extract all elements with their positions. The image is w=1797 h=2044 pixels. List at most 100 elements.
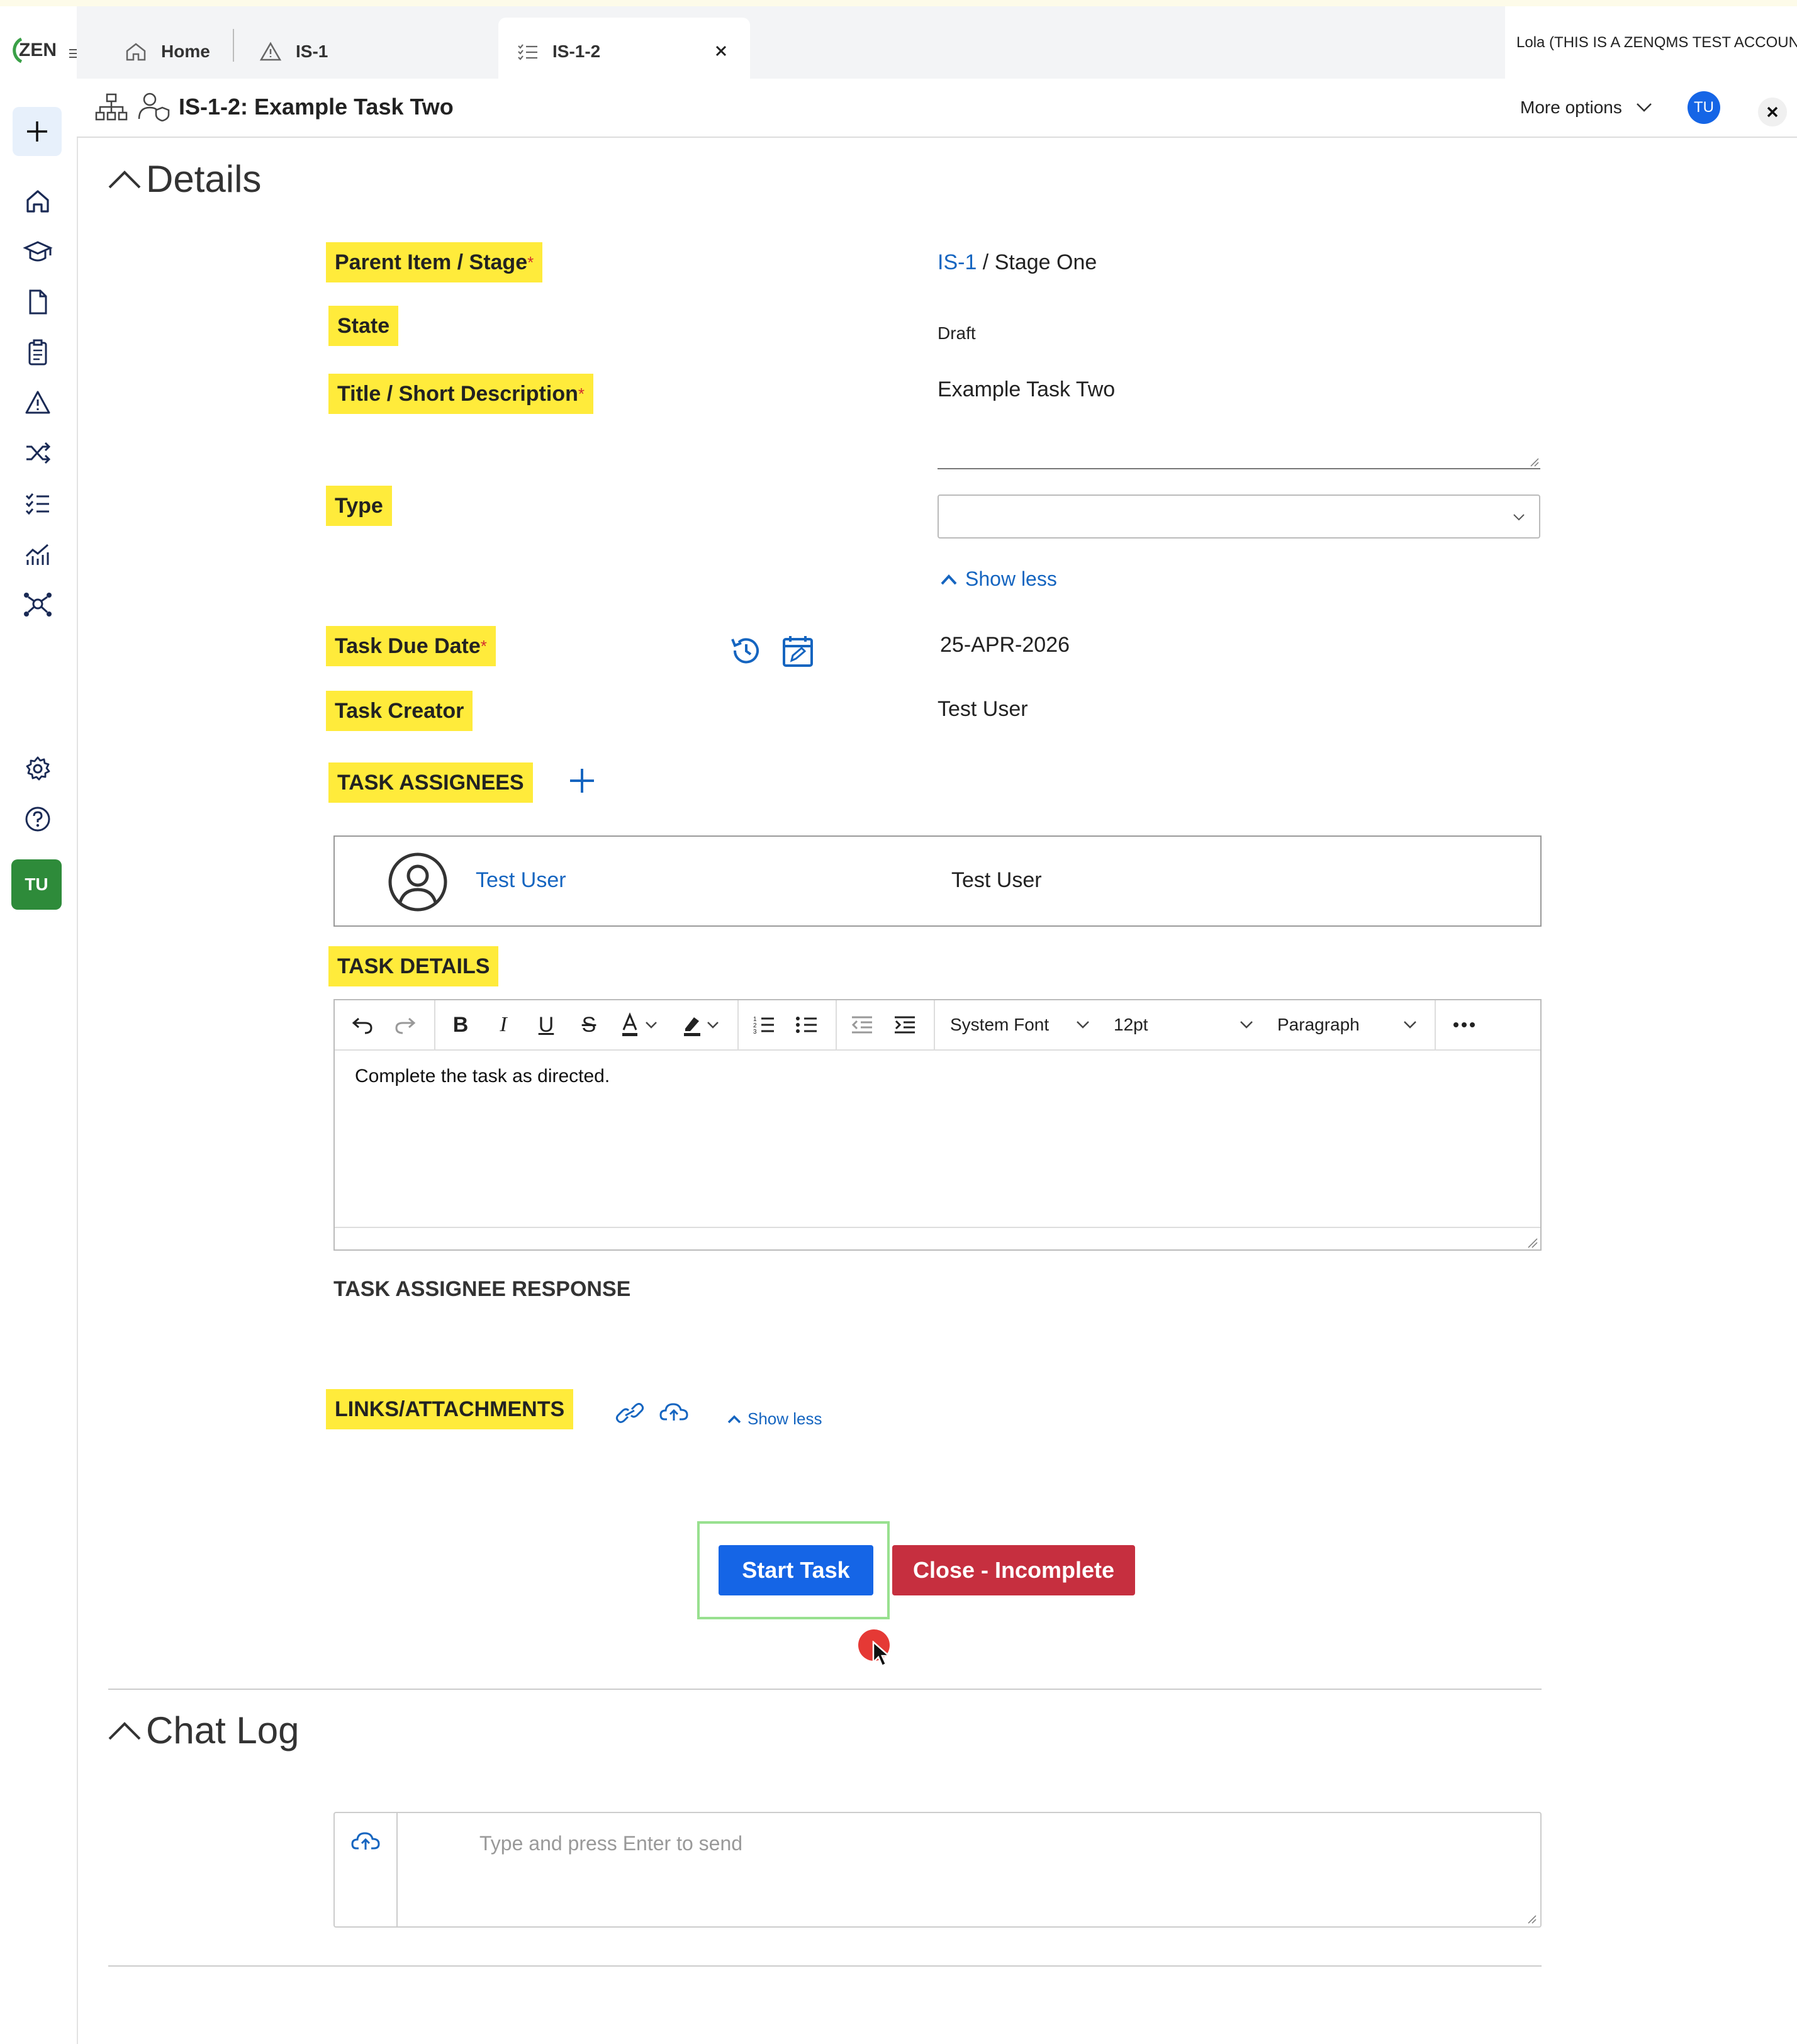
tab-divider bbox=[233, 29, 234, 62]
bullet-list-icon[interactable] bbox=[788, 1000, 826, 1049]
undo-icon[interactable] bbox=[344, 1000, 381, 1049]
tab-home[interactable]: Home bbox=[125, 18, 210, 85]
tab-label: IS-1-2 bbox=[552, 41, 601, 61]
details-section-toggle[interactable]: Details bbox=[107, 157, 261, 201]
start-task-button[interactable]: Start Task bbox=[719, 1545, 873, 1595]
more-icon[interactable] bbox=[1442, 1000, 1486, 1049]
account-label-area: Lola (THIS IS A ZENQMS TEST ACCOUNT) bbox=[1505, 6, 1797, 79]
resize-handle-icon[interactable] bbox=[1529, 457, 1539, 467]
cloud-upload-icon bbox=[351, 1832, 380, 1850]
chevron-down-icon bbox=[1513, 514, 1525, 521]
title-text: Example Task Two bbox=[938, 377, 1116, 401]
analytics-icon[interactable] bbox=[23, 539, 53, 569]
add-icon bbox=[27, 121, 47, 142]
clipboard-icon[interactable] bbox=[23, 337, 53, 367]
more-options-dropdown[interactable]: More options bbox=[1520, 98, 1652, 118]
rich-text-editor: B I U S 123 System Font 12pt Paragraph C… bbox=[333, 999, 1542, 1251]
chevron-down-icon bbox=[1077, 1021, 1089, 1029]
calendar-edit-icon[interactable] bbox=[781, 634, 814, 671]
close-incomplete-button[interactable]: Close - Incomplete bbox=[892, 1545, 1135, 1595]
user-avatar-icon bbox=[388, 852, 448, 915]
home-icon[interactable] bbox=[23, 186, 53, 216]
resize-handle-icon[interactable] bbox=[1526, 1914, 1537, 1924]
chevron-down-icon bbox=[1404, 1021, 1416, 1029]
editor-content-area[interactable]: Complete the task as directed. bbox=[335, 1051, 1540, 1220]
italic-icon[interactable]: I bbox=[484, 1000, 522, 1049]
close-tab-icon[interactable] bbox=[715, 42, 727, 62]
tab-is-1-2[interactable]: IS-1-2 bbox=[498, 18, 750, 85]
network-icon[interactable] bbox=[23, 589, 53, 619]
assignee-name: Test User bbox=[951, 868, 1042, 892]
page-title: IS-1-2: Example Task Two bbox=[179, 94, 454, 120]
document-icon[interactable] bbox=[23, 287, 53, 317]
editor-content: Complete the task as directed. bbox=[355, 1066, 610, 1086]
toolbar-divider bbox=[934, 1000, 935, 1049]
redo-icon[interactable] bbox=[386, 1000, 424, 1049]
link-icon[interactable] bbox=[615, 1402, 644, 1427]
text-color-icon[interactable] bbox=[612, 1000, 668, 1049]
chevron-down-icon bbox=[1240, 1021, 1253, 1029]
chevron-up-icon bbox=[727, 1415, 741, 1423]
strikethrough-icon[interactable]: S bbox=[570, 1000, 608, 1049]
training-icon[interactable] bbox=[23, 237, 53, 267]
cloud-upload-icon[interactable] bbox=[659, 1400, 688, 1426]
checklist-icon[interactable] bbox=[23, 488, 53, 518]
chat-log-section-toggle[interactable]: Chat Log bbox=[107, 1709, 300, 1752]
history-icon[interactable] bbox=[729, 633, 764, 671]
assignee-card: Test User Test User bbox=[333, 835, 1542, 927]
show-less-toggle[interactable]: Show less bbox=[940, 567, 1057, 591]
font-size-value: 12pt bbox=[1114, 1015, 1148, 1034]
outdent-icon[interactable] bbox=[843, 1000, 881, 1049]
title-textarea[interactable]: Example Task Two bbox=[938, 377, 1540, 469]
bold-icon[interactable]: B bbox=[442, 1000, 479, 1049]
close-icon[interactable] bbox=[1758, 98, 1787, 126]
numbered-list-icon[interactable]: 123 bbox=[745, 1000, 783, 1049]
add-button[interactable] bbox=[13, 107, 62, 156]
resize-handle-icon[interactable] bbox=[1526, 1237, 1538, 1248]
chat-attach-area[interactable] bbox=[335, 1813, 398, 1926]
indent-icon[interactable] bbox=[886, 1000, 924, 1049]
header-avatar[interactable]: TU bbox=[1688, 91, 1720, 124]
hierarchy-icon[interactable] bbox=[94, 92, 128, 125]
section-divider bbox=[108, 1689, 1542, 1690]
chat-placeholder: Type and press Enter to send bbox=[479, 1832, 743, 1855]
block-format-value: Paragraph bbox=[1277, 1015, 1360, 1034]
shuffle-icon[interactable] bbox=[23, 438, 53, 468]
type-label: Type bbox=[326, 486, 392, 526]
logo-text: ZEN bbox=[19, 40, 57, 60]
font-family-select[interactable]: System Font bbox=[941, 1000, 1099, 1049]
task-assignees-label: TASK ASSIGNEES bbox=[328, 762, 533, 803]
toolbar-divider bbox=[434, 1000, 435, 1049]
type-select[interactable] bbox=[938, 494, 1540, 539]
checklist-icon bbox=[517, 42, 539, 61]
task-creator-label: Task Creator bbox=[326, 691, 473, 731]
chat-message-input[interactable]: Type and press Enter to send bbox=[399, 1813, 1539, 1926]
font-size-select[interactable]: 12pt bbox=[1105, 1000, 1262, 1049]
warning-icon[interactable] bbox=[23, 388, 53, 418]
sidebar-user-avatar[interactable]: TU bbox=[11, 859, 62, 910]
user-shield-icon[interactable] bbox=[137, 91, 171, 125]
links-show-less-toggle[interactable]: Show less bbox=[727, 1409, 822, 1429]
help-icon[interactable] bbox=[23, 804, 53, 834]
tab-label: Home bbox=[161, 41, 210, 61]
add-assignee-button[interactable] bbox=[568, 766, 596, 798]
page-header: IS-1-2: Example Task Two More options TU bbox=[77, 79, 1797, 138]
account-label: Lola (THIS IS A ZENQMS TEST ACCOUNT) bbox=[1516, 33, 1797, 51]
required-marker: * bbox=[578, 384, 585, 403]
highlight-color-icon[interactable] bbox=[673, 1000, 730, 1049]
assignee-link[interactable]: Test User bbox=[476, 868, 566, 893]
bottom-divider bbox=[108, 1965, 1542, 1967]
chevron-up-icon bbox=[941, 574, 957, 584]
tab-label: IS-1 bbox=[296, 41, 328, 61]
tab-is-1[interactable]: IS-1 bbox=[259, 18, 328, 85]
zen-logo[interactable]: ZEN bbox=[5, 36, 57, 64]
settings-icon[interactable] bbox=[23, 754, 53, 784]
links-attachments-label: LINKS/ATTACHMENTS bbox=[326, 1389, 574, 1429]
parent-item-link[interactable]: IS-1 bbox=[938, 250, 977, 274]
required-marker: * bbox=[527, 253, 534, 272]
editor-toolbar: B I U S 123 System Font 12pt Paragraph bbox=[335, 1000, 1540, 1051]
title-label: Title / Short Description* bbox=[328, 374, 593, 414]
links-show-less-label: Show less bbox=[747, 1409, 822, 1428]
block-format-select[interactable]: Paragraph bbox=[1268, 1000, 1426, 1049]
underline-icon[interactable]: U bbox=[527, 1000, 565, 1049]
